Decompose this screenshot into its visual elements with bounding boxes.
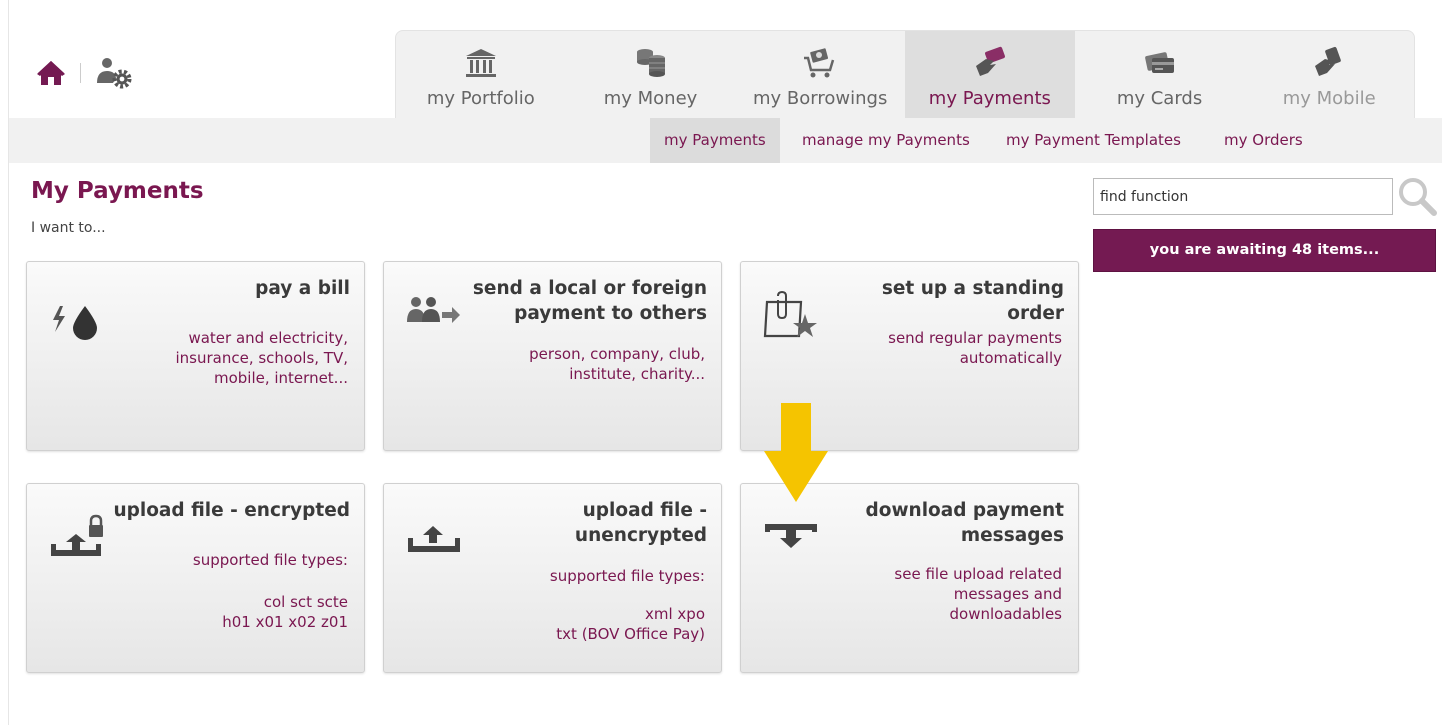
coins-icon (636, 49, 665, 77)
main-tabs: my Portfolio my Money my Borrowings my P… (395, 30, 1415, 118)
card-upload-unencrypted[interactable]: upload file - unencrypted supported file… (383, 483, 722, 673)
left-border (0, 0, 9, 725)
tab-my-payments[interactable]: my Payments (905, 31, 1075, 118)
subnav-my-payment-templates[interactable]: my Payment Templates (1006, 118, 1181, 163)
card-description: see file upload related messages and dow… (894, 565, 1062, 623)
hand-phone-icon (1315, 46, 1341, 76)
card-description: supported file types: (192, 551, 348, 569)
card-title: set up a standing order (881, 278, 1064, 324)
cart-money-icon (804, 48, 835, 78)
card-file-types: xml xpo txt (BOV Office Pay) (556, 605, 705, 643)
tab-label: my Mobile (1282, 88, 1376, 109)
yellow-arrow-down-icon (764, 403, 828, 502)
card-send-payment[interactable]: send a local or foreign payment to other… (383, 261, 722, 451)
user-settings-icon[interactable] (95, 56, 135, 90)
card-description: person, company, club, institute, charit… (529, 345, 705, 383)
card-description: supported file types: (549, 567, 705, 585)
page-title: My Payments (31, 178, 204, 204)
card-title: upload file - encrypted (113, 500, 350, 521)
page-subtitle: I want to... (31, 220, 106, 236)
card-description: send regular payments automatically (888, 329, 1062, 367)
header-separator (80, 63, 81, 83)
tab-my-money[interactable]: my Money (566, 31, 736, 118)
hand-card-icon (975, 46, 1005, 76)
tab-label: my Portfolio (426, 88, 535, 109)
tab-my-cards[interactable]: my Cards (1075, 31, 1245, 118)
search-input[interactable] (1093, 178, 1393, 215)
sub-navigation: my Payments manage my Payments my Paymen… (9, 118, 1442, 163)
card-description: water and electricity, insurance, school… (175, 329, 348, 387)
download-icon (765, 524, 817, 548)
upload-icon (408, 526, 460, 552)
subnav-my-payments[interactable]: my Payments (650, 118, 780, 163)
card-title: pay a bill (255, 278, 350, 299)
header-icons (36, 56, 135, 90)
subnav-manage-my-payments[interactable]: manage my Payments (802, 118, 970, 163)
tab-my-borrowings[interactable]: my Borrowings (735, 31, 905, 118)
card-title: send a local or foreign payment to other… (472, 278, 707, 324)
search-icon[interactable] (1396, 175, 1438, 217)
people-transfer-icon (407, 297, 460, 323)
card-title: download payment messages (865, 500, 1065, 546)
card-file-types: col sct scte h01 x01 x02 z01 (222, 593, 348, 631)
card-title: upload file - unencrypted (574, 500, 707, 546)
bank-icon (465, 49, 496, 77)
tab-label: my Money (603, 88, 698, 109)
cards-icon (1144, 52, 1174, 73)
card-upload-encrypted[interactable]: upload file - encrypted supported file t… (26, 483, 365, 673)
tab-label: my Cards (1116, 88, 1203, 109)
card-download-messages[interactable]: download payment messages see file uploa… (740, 483, 1079, 673)
tab-label: my Payments (928, 88, 1051, 109)
tab-label: my Borrowings (753, 88, 888, 109)
home-icon[interactable] (36, 58, 66, 88)
card-pay-a-bill[interactable]: pay a bill water and electricity, insura… (26, 261, 365, 451)
subnav-my-orders[interactable]: my Orders (1224, 118, 1303, 163)
awaiting-items-button[interactable]: you are awaiting 48 items... (1093, 229, 1436, 272)
tab-my-mobile[interactable]: my Mobile (1244, 31, 1414, 118)
tab-my-portfolio[interactable]: my Portfolio (396, 31, 566, 118)
